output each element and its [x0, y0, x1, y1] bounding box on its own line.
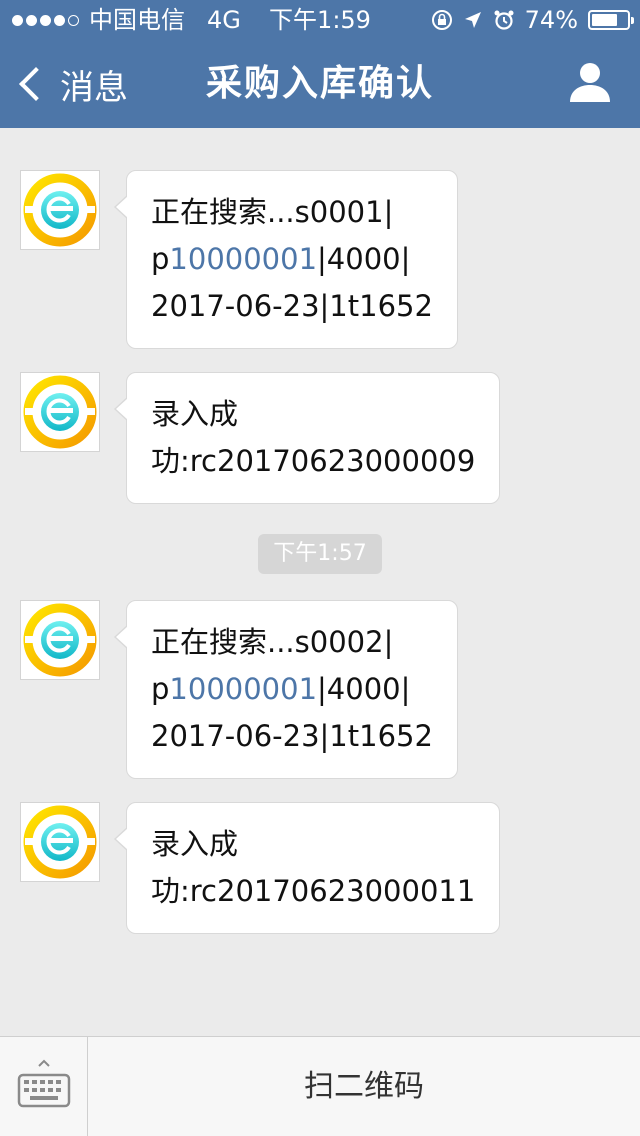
- e-logo-icon: [23, 173, 97, 247]
- alarm-clock-icon: [494, 10, 514, 30]
- message-row: 录入成 功:rc20170623000009: [20, 372, 501, 504]
- avatar[interactable]: [20, 600, 100, 680]
- avatar[interactable]: [20, 372, 100, 452]
- message-text: 录入成: [151, 397, 239, 431]
- keyboard-toggle-button[interactable]: [0, 1037, 88, 1136]
- back-label: 消息: [60, 67, 128, 108]
- message-bubble[interactable]: 录入成 功:rc20170623000011: [113, 802, 501, 934]
- message-text: 2017-06-23|1t1652: [151, 719, 433, 753]
- message-row: 正在搜索...s0001| p10000001|4000| 2017-06-23…: [20, 170, 458, 349]
- status-bar: 中国电信 4G 下午1:59 74%: [0, 0, 640, 40]
- message-row: 录入成 功:rc20170623000011: [20, 802, 501, 934]
- timestamp-label: 下午1:57: [258, 534, 382, 574]
- avatar[interactable]: [20, 802, 100, 882]
- chevron-left-icon: [19, 67, 53, 101]
- keyboard-icon: [17, 1059, 71, 1108]
- e-logo-icon: [23, 375, 97, 449]
- person-icon[interactable]: [568, 60, 612, 104]
- message-link[interactable]: 10000001: [169, 672, 317, 706]
- message-text: p10000001|4000|: [151, 242, 411, 276]
- location-arrow-icon: [464, 12, 481, 28]
- scan-qr-button[interactable]: 扫二维码: [88, 1037, 640, 1136]
- battery-icon: [588, 10, 634, 30]
- back-button[interactable]: 消息: [14, 40, 128, 128]
- message-link[interactable]: 10000001: [169, 242, 317, 276]
- header: 中国电信 4G 下午1:59 74% 采购入库确认 消息: [0, 0, 640, 128]
- rotation-lock-icon: [431, 10, 452, 30]
- message-bubble[interactable]: 正在搜索...s0002| p10000001|4000| 2017-06-23…: [114, 600, 458, 779]
- message-text: p10000001|4000|: [151, 672, 411, 706]
- bottom-bar: 扫二维码: [0, 1036, 640, 1136]
- message-text: 录入成: [151, 827, 239, 861]
- message-text: 正在搜索...s0002|: [151, 625, 394, 659]
- message-text: 正在搜索...s0001|: [151, 195, 394, 229]
- message-text: 功:rc20170623000011: [151, 874, 476, 908]
- message-bubble[interactable]: 录入成 功:rc20170623000009: [113, 372, 501, 504]
- e-logo-icon: [23, 603, 97, 677]
- e-logo-icon: [23, 805, 97, 879]
- message-row: 正在搜索...s0002| p10000001|4000| 2017-06-23…: [20, 600, 458, 779]
- avatar[interactable]: [20, 170, 100, 250]
- battery-percentage: 74%: [524, 6, 578, 34]
- message-bubble[interactable]: 正在搜索...s0001| p10000001|4000| 2017-06-23…: [114, 170, 458, 349]
- nav-bar: 采购入库确认 消息: [0, 40, 640, 128]
- chat-area[interactable]: 正在搜索...s0001| p10000001|4000| 2017-06-23…: [0, 128, 640, 1036]
- message-text: 功:rc20170623000009: [151, 444, 476, 478]
- message-text: 2017-06-23|1t1652: [151, 289, 433, 323]
